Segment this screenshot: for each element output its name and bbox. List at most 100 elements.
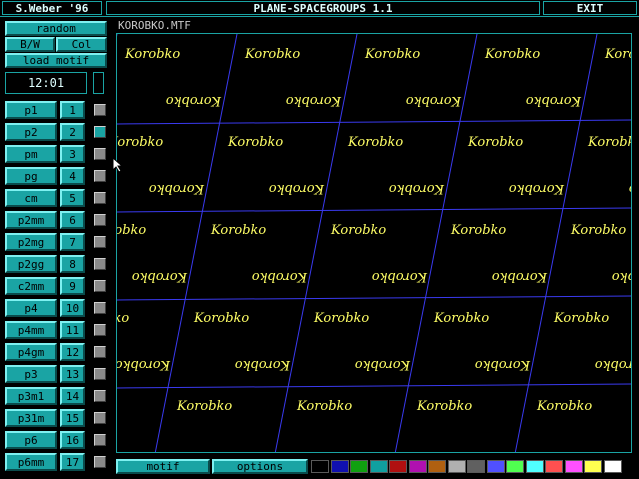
motif-glyph: Korobko	[347, 135, 403, 150]
group-number-16[interactable]: 16	[60, 431, 85, 449]
group-number-9[interactable]: 9	[60, 277, 85, 295]
group-button-p4gm[interactable]: p4gm	[5, 343, 57, 361]
group-checkbox-p3[interactable]	[94, 368, 106, 380]
motif-glyph: Korobko	[604, 47, 632, 62]
group-checkbox-p2mm[interactable]	[94, 214, 106, 226]
group-button-p2[interactable]: p2	[5, 123, 57, 141]
palette-swatch[interactable]	[428, 460, 446, 473]
palette-swatch[interactable]	[486, 460, 505, 473]
clock-toggle[interactable]	[93, 72, 104, 94]
group-number-17[interactable]: 17	[60, 453, 85, 471]
lattice-line-horizontal	[117, 295, 631, 301]
group-checkbox-p4[interactable]	[94, 302, 106, 314]
options-button[interactable]: options	[212, 459, 308, 474]
palette-swatch[interactable]	[506, 460, 524, 473]
group-number-3[interactable]: 3	[60, 145, 85, 163]
group-checkbox-p4gm[interactable]	[94, 346, 106, 358]
group-number-13[interactable]: 13	[60, 365, 85, 383]
group-number-12[interactable]: 12	[60, 343, 85, 361]
clock-display: 12:01	[5, 72, 87, 94]
group-button-p3[interactable]: p3	[5, 365, 57, 383]
pattern-canvas[interactable]: Korobko Korobko Korobko Korobko Korobko Korob…	[116, 33, 632, 453]
motif-glyph: Korobko	[227, 135, 283, 150]
palette-swatch[interactable]	[467, 460, 485, 473]
palette-swatch[interactable]	[584, 460, 602, 473]
group-button-p4[interactable]: p4	[5, 299, 57, 317]
group-number-5[interactable]: 5	[60, 189, 85, 207]
group-button-cm[interactable]: cm	[5, 189, 57, 207]
motif-button[interactable]: motif	[116, 459, 210, 474]
group-button-pm[interactable]: pm	[5, 145, 57, 163]
group-checkbox-p3m1[interactable]	[94, 390, 106, 402]
palette-swatch[interactable]	[330, 460, 349, 473]
motif-glyph-rotated: Korobko	[526, 93, 582, 108]
group-checkbox-p31m[interactable]	[94, 412, 106, 424]
group-button-p6[interactable]: p6	[5, 431, 57, 449]
group-checkbox-pg[interactable]	[94, 170, 106, 182]
group-button-p3m1[interactable]: p3m1	[5, 387, 57, 405]
bw-button[interactable]: B/W	[5, 37, 55, 52]
motif-glyph-rotated: Korobko	[406, 93, 462, 108]
canvas-filename: KOROBKO.MTF	[118, 19, 191, 32]
group-checkbox-c2mm[interactable]	[94, 280, 106, 292]
group-checkbox-p2gg[interactable]	[94, 258, 106, 270]
group-button-p6mm[interactable]: p6mm	[5, 453, 57, 471]
motif-glyph: Korobko	[570, 223, 626, 238]
group-button-p31m[interactable]: p31m	[5, 409, 57, 427]
palette-swatch[interactable]	[603, 460, 622, 473]
palette-swatch[interactable]	[389, 460, 407, 473]
exit-button[interactable]: EXIT	[543, 1, 637, 15]
group-checkbox-p4mm[interactable]	[94, 324, 106, 336]
group-checkbox-pm[interactable]	[94, 148, 106, 160]
group-checkbox-p2[interactable]	[94, 126, 106, 138]
group-button-pg[interactable]: pg	[5, 167, 57, 185]
palette-swatch[interactable]	[545, 460, 563, 473]
group-checkbox-p6[interactable]	[94, 434, 106, 446]
group-number-6[interactable]: 6	[60, 211, 85, 229]
motif-glyph-rotated: Korobko	[235, 357, 291, 372]
load-motif-button[interactable]: load motif	[5, 53, 107, 68]
app-title: PLANE-SPACEGROUPS 1.1	[106, 1, 540, 15]
group-checkbox-p2mg[interactable]	[94, 236, 106, 248]
palette-swatch[interactable]	[350, 460, 368, 473]
group-button-p2mm[interactable]: p2mm	[5, 211, 57, 229]
palette-swatch[interactable]	[311, 460, 329, 473]
motif-glyph: Korobko	[296, 399, 352, 414]
motif-glyph-rotated: Korobko	[252, 269, 308, 284]
group-checkbox-p1[interactable]	[94, 104, 106, 116]
palette-swatch[interactable]	[525, 460, 544, 473]
motif-glyph-rotated: Korobko	[612, 269, 632, 284]
lattice-line-horizontal	[117, 119, 631, 125]
group-number-11[interactable]: 11	[60, 321, 85, 339]
palette-swatch[interactable]	[369, 460, 388, 473]
group-button-p2mg[interactable]: p2mg	[5, 233, 57, 251]
group-checkbox-p6mm[interactable]	[94, 456, 106, 468]
group-number-4[interactable]: 4	[60, 167, 85, 185]
group-number-1[interactable]: 1	[60, 101, 85, 119]
motif-glyph: Korobko	[433, 311, 489, 326]
group-number-2[interactable]: 2	[60, 123, 85, 141]
motif-glyph-rotated: Korobko	[629, 181, 632, 196]
palette-swatch[interactable]	[447, 460, 466, 473]
random-button[interactable]: random	[5, 21, 107, 36]
group-number-8[interactable]: 8	[60, 255, 85, 273]
motif-glyph-rotated: Korobko	[132, 269, 188, 284]
group-button-p4mm[interactable]: p4mm	[5, 321, 57, 339]
motif-glyph-rotated: Korobko	[355, 357, 411, 372]
group-button-c2mm[interactable]: c2mm	[5, 277, 57, 295]
group-number-14[interactable]: 14	[60, 387, 85, 405]
group-number-7[interactable]: 7	[60, 233, 85, 251]
motif-glyph: Korobko	[176, 399, 232, 414]
palette-swatch[interactable]	[564, 460, 583, 473]
author-label: S.Weber '96	[2, 1, 102, 15]
group-checkbox-cm[interactable]	[94, 192, 106, 204]
palette-swatch[interactable]	[408, 460, 427, 473]
group-number-15[interactable]: 15	[60, 409, 85, 427]
group-button-p2gg[interactable]: p2gg	[5, 255, 57, 273]
motif-glyph: Korobko	[467, 135, 523, 150]
group-button-p1[interactable]: p1	[5, 101, 57, 119]
motif-glyph-rotated: Korobko	[286, 93, 342, 108]
motif-glyph-rotated: Korobko	[492, 269, 548, 284]
group-number-10[interactable]: 10	[60, 299, 85, 317]
color-button[interactable]: Col	[56, 37, 107, 52]
